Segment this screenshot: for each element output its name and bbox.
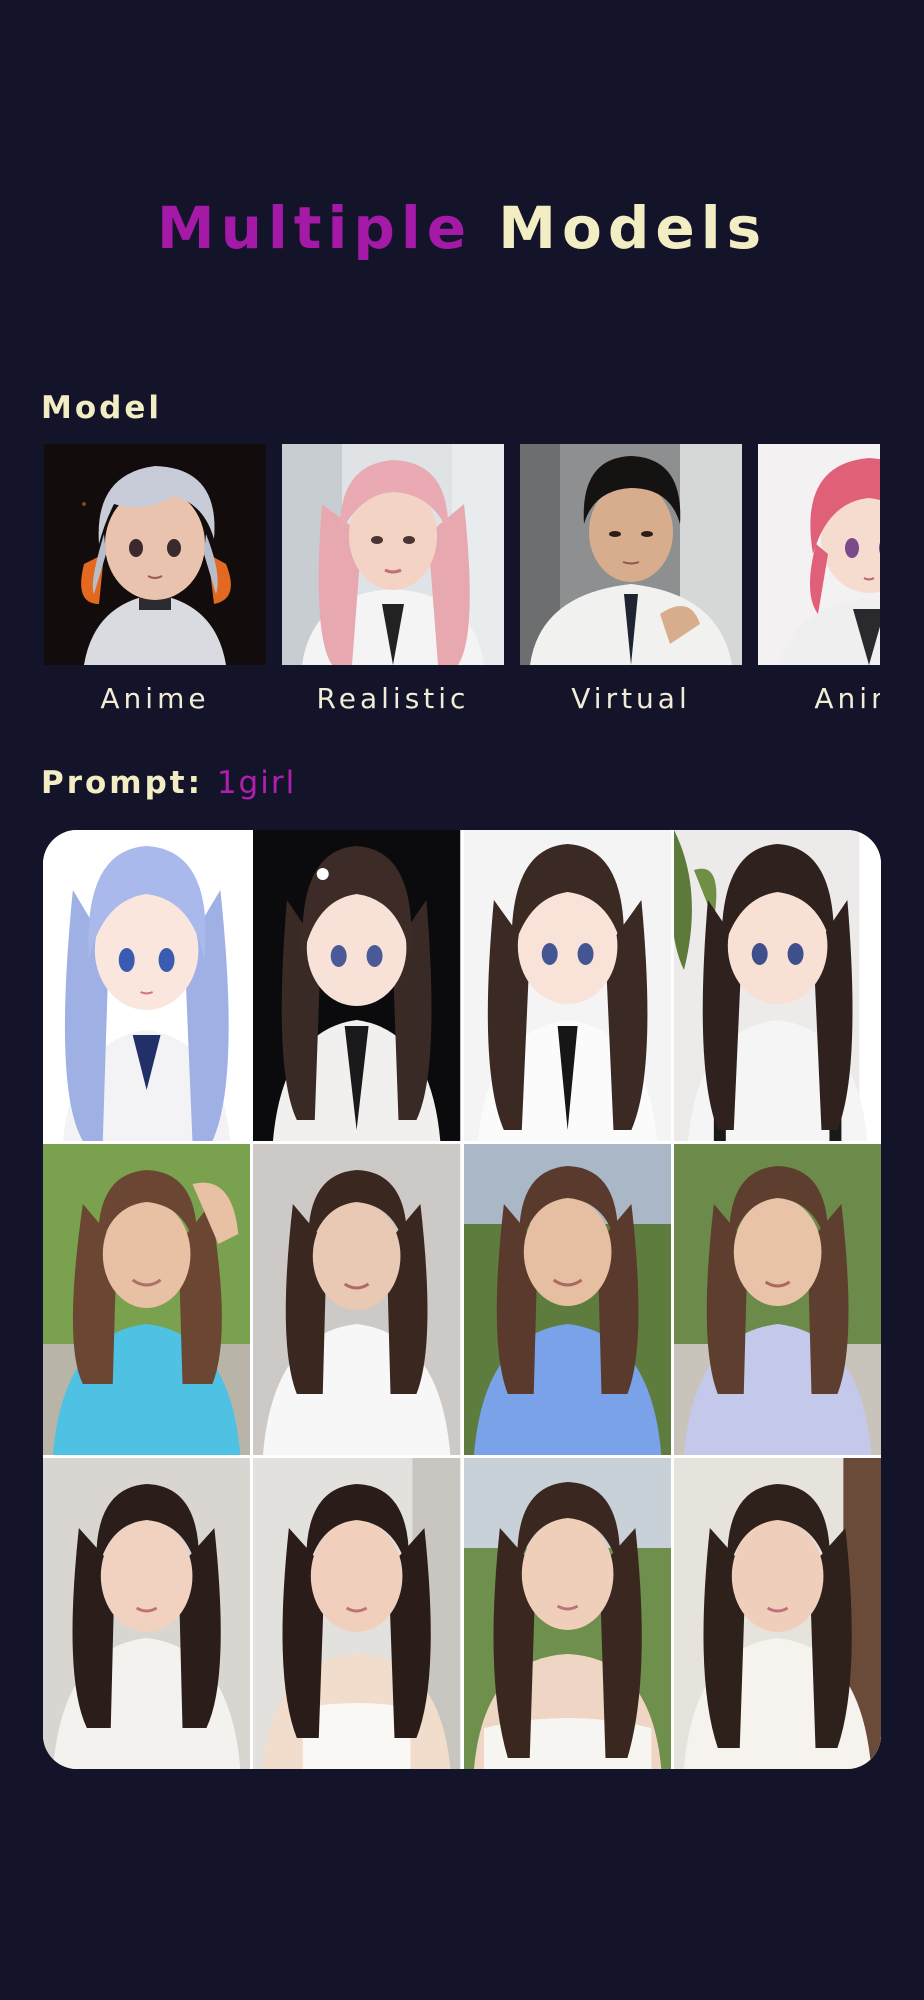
virtual-portrait-man-icon [520, 444, 742, 665]
anime-girl-plant-icon[interactable] [673, 830, 881, 1141]
model-name-anime-2: Anime [814, 682, 880, 715]
title-rest: Models [498, 194, 768, 262]
anime-girl-tie-icon[interactable] [463, 830, 671, 1141]
anime-girl-black-bg-icon[interactable] [253, 830, 461, 1141]
title-accent: Multiple [156, 194, 473, 262]
woman-blue-shirt-icon[interactable] [463, 1144, 671, 1455]
model-card-virtual[interactable]: Virtual [520, 444, 742, 724]
model-name-realistic: Realistic [316, 682, 470, 715]
result-image-grid [43, 830, 881, 1769]
model-section-label: Model [41, 390, 162, 426]
woman-lavender-shirt-icon[interactable] [673, 1144, 881, 1455]
realistic-portrait-pink-hair-icon [282, 444, 504, 665]
anime-portrait-dark-icon [44, 444, 266, 665]
prompt-section-label: Prompt: 1girl [41, 763, 296, 803]
woman-white-shirt-icon[interactable] [253, 1144, 461, 1455]
model-name-anime: Anime [100, 682, 210, 715]
anime-girl-blue-hair-icon[interactable] [43, 830, 251, 1141]
page-title: Multiple Models [0, 188, 924, 268]
prompt-value: 1girl [216, 765, 297, 801]
prompt-label-text: Prompt: [41, 765, 204, 801]
model-card-anime-2[interactable]: Anime [758, 444, 880, 724]
model-carousel[interactable]: Anime Realistic Virtual Ani [44, 444, 880, 724]
model-card-anime[interactable]: Anime [44, 444, 266, 724]
girl-offshoulder-icon[interactable] [463, 1458, 671, 1769]
girl-cream-tee-icon[interactable] [673, 1458, 881, 1769]
girl-camisole-icon[interactable] [253, 1458, 461, 1769]
model-name-virtual: Virtual [571, 682, 691, 715]
girl-white-tee-icon[interactable] [43, 1458, 251, 1769]
woman-cyan-shirt-icon[interactable] [43, 1144, 251, 1455]
anime-portrait-pink-hair-icon [758, 444, 880, 665]
model-card-realistic[interactable]: Realistic [282, 444, 504, 724]
